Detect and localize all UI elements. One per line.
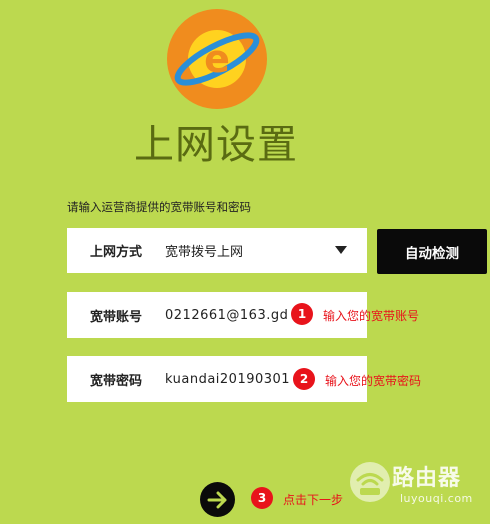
page-title: 上网设置 — [134, 122, 298, 168]
step-hint-1: 输入您的宽带账号 — [323, 309, 420, 323]
connection-mode-select[interactable]: 上网方式 宽带拨号上网 — [67, 228, 367, 273]
connection-mode-value: 宽带拨号上网 — [165, 245, 244, 260]
globe-logo-icon: e — [167, 9, 267, 109]
password-label: 宽带密码 — [89, 373, 142, 389]
account-input[interactable]: 0212661@163.gd — [165, 308, 288, 323]
instruction-text: 请输入运营商提供的宽带账号和密码 — [67, 200, 251, 214]
watermark-url: luyouqi.com — [400, 492, 473, 505]
watermark: 路由器 luyouqi.com — [348, 460, 490, 524]
step-badge-3: 3 — [251, 487, 273, 509]
step-badge-1: 1 — [291, 303, 313, 325]
step-badge-2: 2 — [293, 368, 315, 390]
step-hint-3: 点击下一步 — [283, 493, 344, 507]
account-field[interactable]: 宽带账号 0212661@163.gd — [67, 292, 367, 338]
step-hint-2: 输入您的宽带密码 — [325, 374, 422, 388]
app-logo: e — [166, 8, 268, 110]
connection-mode-label: 上网方式 — [89, 245, 142, 260]
router-wifi-icon — [350, 462, 390, 502]
watermark-name: 路由器 — [392, 466, 462, 491]
account-label: 宽带账号 — [89, 309, 142, 325]
password-field[interactable]: 宽带密码 kuandai20190301 — [67, 356, 367, 402]
svg-text:e: e — [204, 37, 230, 81]
arrow-right-icon — [207, 491, 226, 508]
password-input[interactable]: kuandai20190301 — [165, 372, 290, 387]
caret-down-icon[interactable] — [335, 246, 347, 254]
next-step-button[interactable] — [200, 482, 235, 517]
auto-detect-button[interactable]: 自动检测 — [377, 229, 487, 274]
